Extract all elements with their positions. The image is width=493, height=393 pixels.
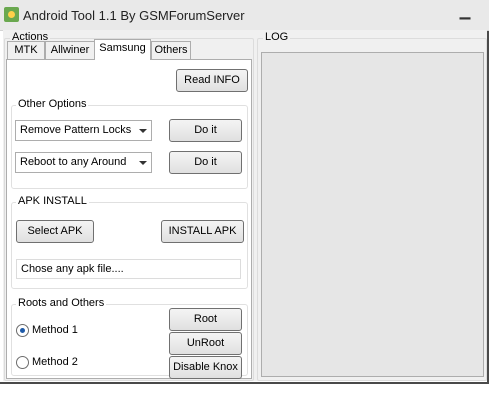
do-it-button-1[interactable]: Do it: [169, 119, 242, 142]
roots-group: Roots and Others Method 1 Method 2 Root …: [11, 297, 248, 379]
method-1-radio[interactable]: [16, 324, 29, 337]
samsung-tab-page: Read INFO Other Options Remove Pattern L…: [6, 59, 252, 379]
chevron-down-icon: [139, 129, 147, 133]
disable-knox-button[interactable]: Disable Knox: [169, 356, 242, 379]
method-2-label: Method 2: [32, 356, 78, 368]
window-client-area: Actions MTK Allwiner Samsung Others Read…: [3, 30, 487, 381]
read-info-button[interactable]: Read INFO: [176, 69, 248, 92]
window-title: Android Tool 1.1 By GSMForumServer: [23, 8, 245, 23]
tab-mtk[interactable]: MTK: [7, 41, 45, 59]
roots-legend: Roots and Others: [16, 297, 107, 309]
install-apk-button[interactable]: INSTALL APK: [161, 220, 244, 243]
chevron-down-icon: [139, 161, 147, 165]
tab-others[interactable]: Others: [151, 41, 191, 59]
log-output-area[interactable]: [261, 52, 484, 377]
title-bar: Android Tool 1.1 By GSMForumServer ▁: [0, 0, 489, 31]
other-options-legend: Other Options: [16, 98, 89, 110]
log-legend: LOG: [263, 31, 291, 43]
android-app-icon: [4, 7, 19, 22]
reboot-select[interactable]: Reboot to any Around: [15, 152, 152, 173]
apk-install-legend: APK INSTALL: [16, 195, 89, 207]
pattern-lock-select[interactable]: Remove Pattern Locks: [15, 120, 152, 141]
app-window: Android Tool 1.1 By GSMForumServer ▁ Act…: [0, 0, 489, 384]
other-options-group: Other Options Remove Pattern Locks Do it…: [11, 98, 248, 189]
reboot-select-value: Reboot to any Around: [20, 156, 127, 168]
apk-install-group: APK INSTALL Select APK INSTALL APK Chose…: [11, 195, 248, 289]
root-button[interactable]: Root: [169, 308, 242, 331]
actions-group: Actions MTK Allwiner Samsung Others Read…: [4, 31, 254, 381]
select-apk-button[interactable]: Select APK: [16, 220, 94, 243]
method-1-label: Method 1: [32, 324, 78, 336]
pattern-lock-select-value: Remove Pattern Locks: [20, 124, 132, 136]
tab-samsung[interactable]: Samsung: [94, 39, 151, 60]
tab-allwiner[interactable]: Allwiner: [45, 41, 95, 59]
minimize-button[interactable]: ▁: [451, 4, 479, 22]
apk-file-path-field[interactable]: Chose any apk file....: [16, 259, 241, 279]
do-it-button-2[interactable]: Do it: [169, 151, 242, 174]
method-2-radio[interactable]: [16, 356, 29, 369]
unroot-button[interactable]: UnRoot: [169, 332, 242, 355]
